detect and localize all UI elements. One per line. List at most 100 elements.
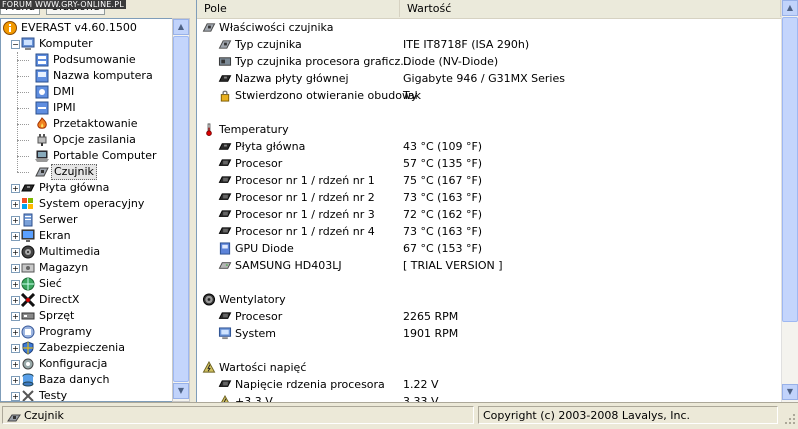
tree-node[interactable]: + System operacyjny — [1, 196, 173, 212]
directx-icon — [20, 292, 36, 308]
tree-node[interactable]: Nazwa komputera — [1, 68, 173, 84]
expand-toggle[interactable]: + — [11, 216, 20, 225]
sensor-row[interactable]: Nazwa płyty głównej Gigabyte 946 / G31MX … — [197, 70, 781, 87]
cpu-icon — [218, 310, 232, 323]
expand-toggle[interactable]: + — [11, 248, 20, 257]
expand-toggle[interactable]: + — [11, 344, 20, 353]
tree-node[interactable]: + Ekran — [1, 228, 173, 244]
field-value: 1901 RPM — [403, 327, 459, 340]
tree-node-label: DirectX — [39, 293, 80, 306]
status-current-page: Czujnik — [2, 406, 474, 424]
tree-node[interactable]: − Komputer — [1, 36, 173, 52]
field-name: Stwierdzono otwieranie obudowy — [235, 89, 418, 102]
tree-node[interactable]: + Konfiguracja — [1, 356, 173, 372]
sensor-row[interactable]: Typ czujnika procesora graficz... Diode (… — [197, 53, 781, 70]
status-text: Czujnik — [24, 409, 64, 422]
field-value: 73 °C (163 °F) — [403, 225, 483, 238]
gpu-icon — [218, 242, 232, 255]
tree-node[interactable]: IPMI — [1, 100, 173, 116]
tree-node[interactable]: + Płyta główna — [1, 180, 173, 196]
sensor-row[interactable]: Płyta główna 43 °C (109 °F) — [197, 138, 781, 155]
sensor-row[interactable]: GPU Diode 67 °C (153 °F) — [197, 240, 781, 257]
collapse-toggle[interactable]: − — [11, 40, 20, 49]
group-header-row[interactable]: Temperatury — [197, 121, 781, 138]
scroll-up-button[interactable]: ▲ — [782, 0, 798, 16]
group-title: Wartości napięć — [219, 361, 307, 374]
tree-node-label: Podsumowanie — [53, 53, 136, 66]
tree-node[interactable]: + Multimedia — [1, 244, 173, 260]
group-title: Właściwości czujnika — [219, 21, 334, 34]
tree-node[interactable]: + Testy — [1, 388, 173, 401]
list-scrollbar[interactable]: ▲ ▼ — [781, 0, 798, 402]
scroll-thumb[interactable] — [782, 17, 798, 322]
tree-node-label: EVERAST v4.60.1500 — [21, 21, 137, 34]
tree-connector — [17, 76, 29, 77]
tree-node-label: Płyta główna — [39, 181, 110, 194]
expand-toggle[interactable]: + — [11, 280, 20, 289]
group-header-row[interactable]: Wentylatory — [197, 291, 781, 308]
sensor-row[interactable]: Typ czujnika ITE IT8718F (ISA 290h) — [197, 36, 781, 53]
sensor-row[interactable]: Procesor nr 1 / rdzeń nr 1 75 °C (167 °F) — [197, 172, 781, 189]
field-value: Gigabyte 946 / G31MX Series — [403, 72, 565, 85]
tree-node[interactable]: + DirectX — [1, 292, 173, 308]
expand-toggle[interactable]: + — [11, 264, 20, 273]
group-header-row[interactable]: Właściwości czujnika — [197, 19, 781, 36]
field-name: System — [235, 327, 277, 340]
resize-grip-icon[interactable] — [784, 413, 796, 425]
sensor-row[interactable]: Procesor nr 1 / rdzeń nr 2 73 °C (163 °F) — [197, 189, 781, 206]
tree-node[interactable]: Portable Computer — [1, 148, 173, 164]
sensor-row[interactable]: Procesor 2265 RPM — [197, 308, 781, 325]
column-header-value[interactable]: Wartość — [400, 0, 781, 17]
tree-node[interactable]: Podsumowanie — [1, 52, 173, 68]
expand-toggle[interactable]: + — [11, 232, 20, 241]
expand-toggle[interactable]: + — [11, 376, 20, 385]
expand-toggle[interactable]: + — [11, 312, 20, 321]
sensor-icon — [202, 21, 216, 34]
sensor-row[interactable]: Stwierdzono otwieranie obudowy Tak — [197, 87, 781, 104]
tree-node[interactable]: DMI — [1, 84, 173, 100]
sensor-list[interactable]: Właściwości czujnika Typ czujnika ITE IT87… — [197, 19, 781, 402]
tree-connector — [17, 92, 29, 93]
sensor-row[interactable]: Napięcie rdzenia procesora 1.22 V — [197, 376, 781, 393]
sensor-row[interactable]: +3.3 V 3.33 V — [197, 393, 781, 402]
expand-toggle[interactable]: + — [11, 200, 20, 209]
field-name: Procesor nr 1 / rdzeń nr 3 — [235, 208, 375, 221]
tree-node[interactable]: + Sieć — [1, 276, 173, 292]
sensor-row[interactable]: System 1901 RPM — [197, 325, 781, 342]
sensor-row[interactable]: SAMSUNG HD403LJ [ TRIAL VERSION ] — [197, 257, 781, 274]
scroll-down-button[interactable]: ▼ — [782, 384, 798, 400]
tree-node[interactable]: + Baza danych — [1, 372, 173, 388]
tree-node-label: Sprzęt — [39, 309, 75, 322]
group-header-row[interactable]: Wartości napięć — [197, 359, 781, 376]
scroll-down-button[interactable]: ▼ — [173, 383, 189, 399]
tree-view[interactable]: EVERAST v4.60.1500 − Komputer Podsumowanie N… — [0, 18, 174, 402]
cpu-icon — [218, 191, 232, 204]
tree-node[interactable]: + Sprzęt — [1, 308, 173, 324]
expand-toggle[interactable]: + — [11, 360, 20, 369]
scroll-thumb[interactable] — [173, 36, 189, 382]
tree-node[interactable]: Opcje zasilania — [1, 132, 173, 148]
tree-scrollbar[interactable]: ▲ ▼ — [172, 18, 190, 402]
column-header-field[interactable]: Pole — [197, 0, 400, 17]
tree-connector — [17, 108, 29, 109]
tree-node[interactable]: EVERAST v4.60.1500 — [1, 20, 173, 36]
sensor-row[interactable]: Procesor nr 1 / rdzeń nr 3 72 °C (162 °F) — [197, 206, 781, 223]
field-value: 2265 RPM — [403, 310, 459, 323]
tree-node[interactable]: Przetaktowanie — [1, 116, 173, 132]
monitor-icon — [21, 229, 35, 243]
sensor-row[interactable]: Procesor nr 1 / rdzeń nr 4 73 °C (163 °F) — [197, 223, 781, 240]
tree-node[interactable]: + Programy — [1, 324, 173, 340]
expand-toggle[interactable]: + — [11, 184, 20, 193]
expand-toggle[interactable]: + — [11, 392, 20, 401]
ipmi-icon — [35, 101, 49, 115]
tree-node[interactable]: + Zabezpieczenia — [1, 340, 173, 356]
fan-icon — [202, 293, 216, 306]
expand-toggle[interactable]: + — [11, 296, 20, 305]
expand-toggle[interactable]: + — [11, 328, 20, 337]
scroll-up-button[interactable]: ▲ — [173, 19, 189, 35]
tree-node[interactable]: + Magazyn — [1, 260, 173, 276]
field-value: Diode (NV-Diode) — [403, 55, 499, 68]
tree-node[interactable]: Czujnik — [1, 164, 173, 180]
tree-node[interactable]: + Serwer — [1, 212, 173, 228]
sensor-row[interactable]: Procesor 57 °C (135 °F) — [197, 155, 781, 172]
